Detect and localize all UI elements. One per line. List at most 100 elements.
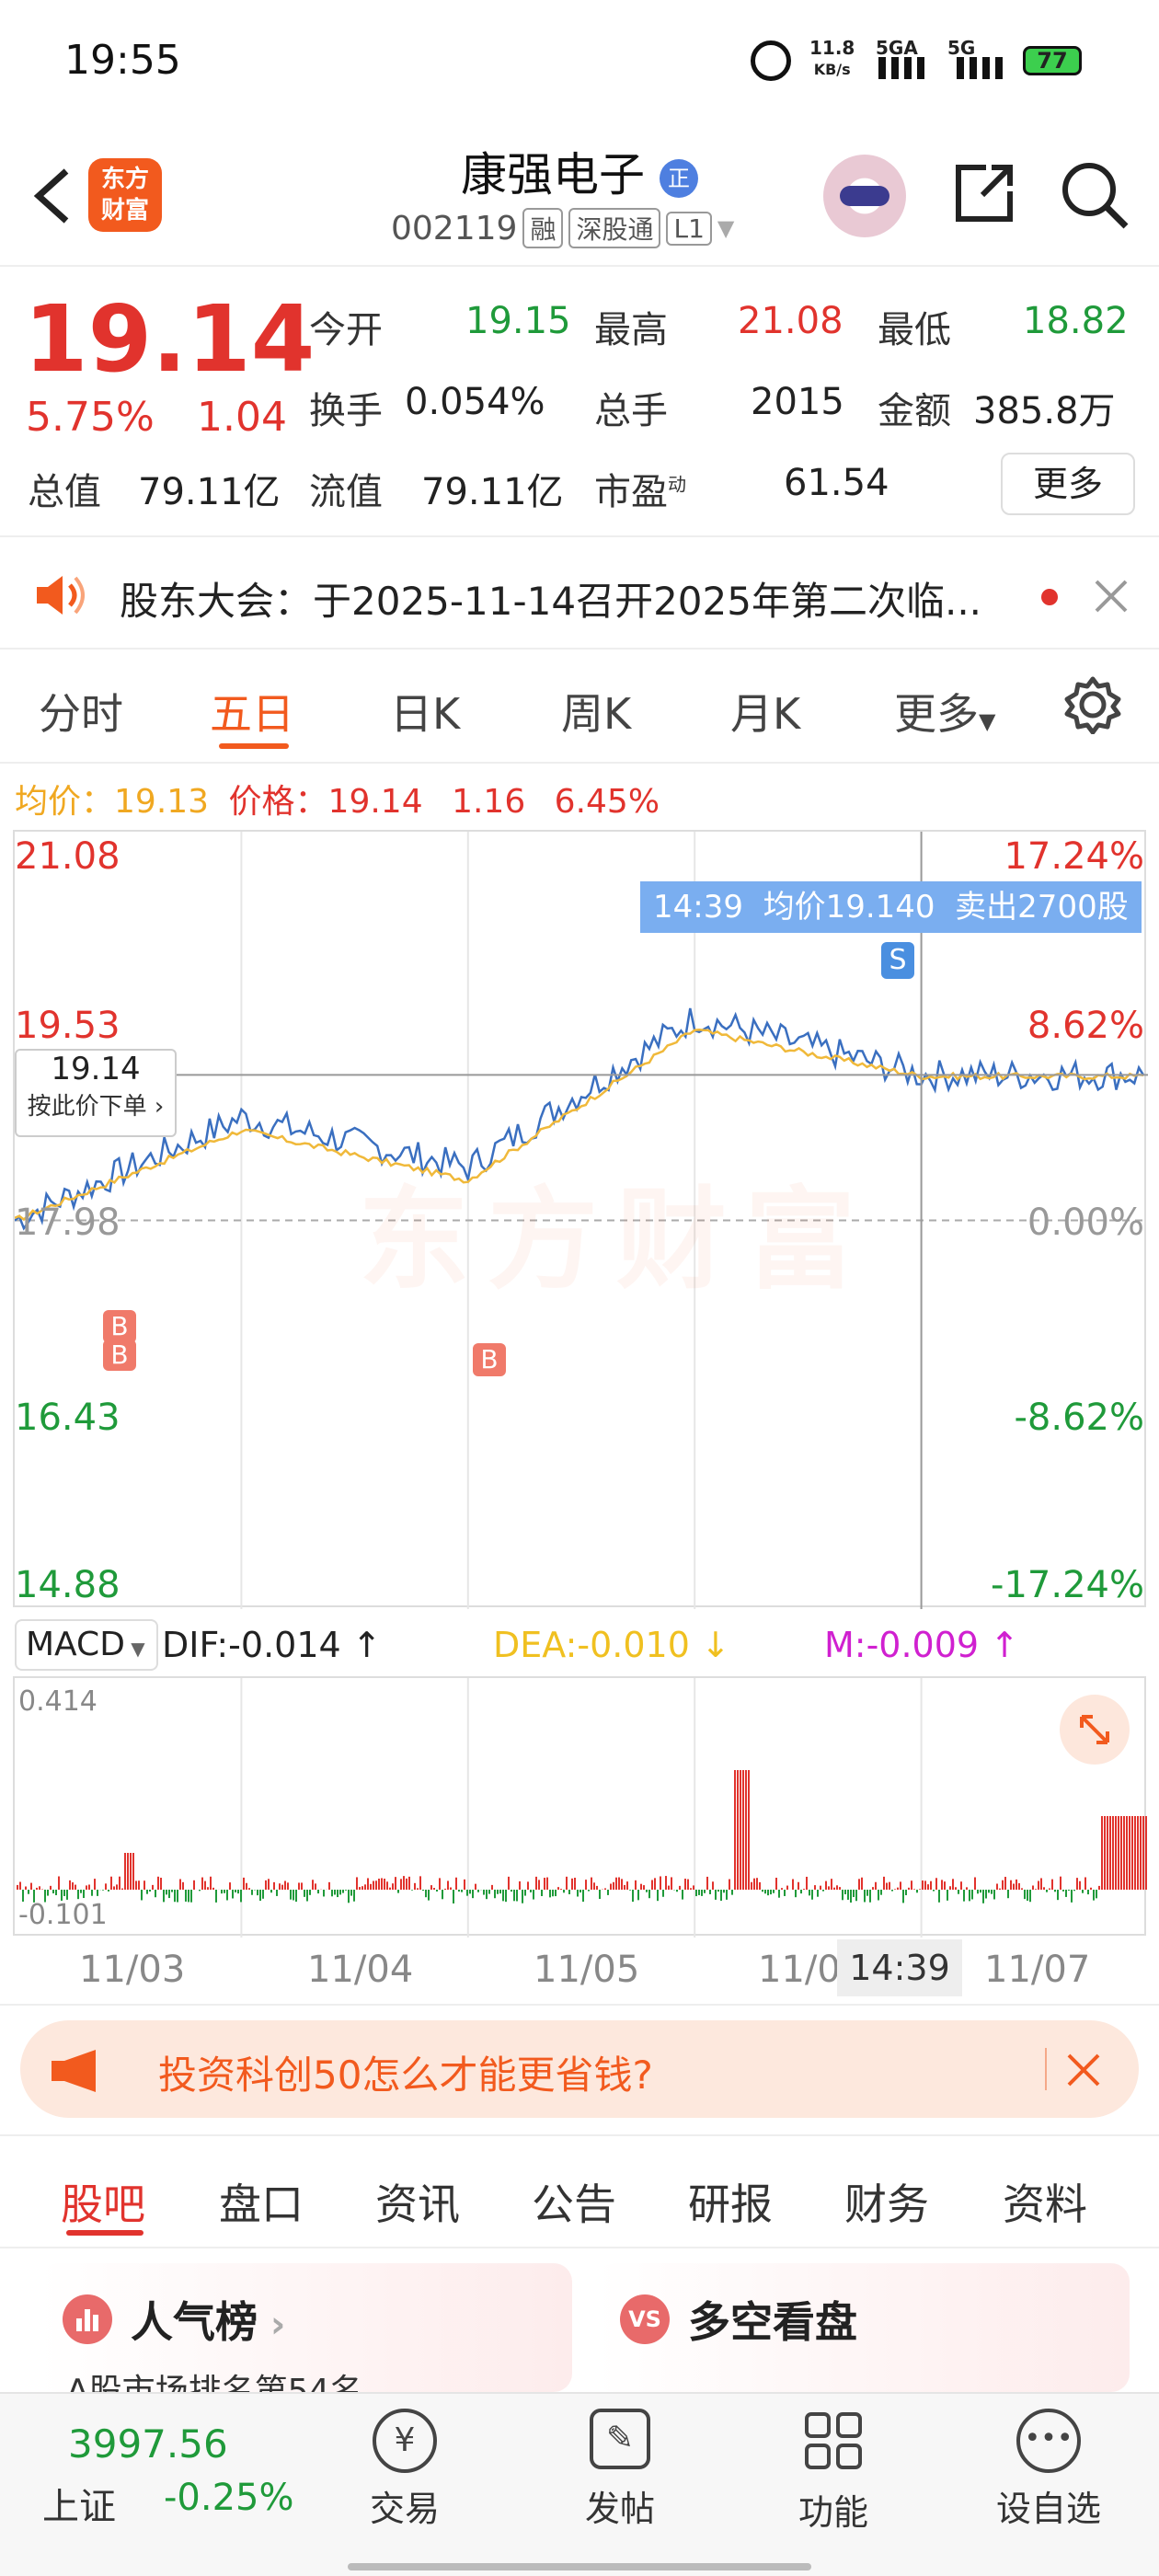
macd-bar — [927, 1884, 929, 1890]
macd-bar — [764, 1890, 766, 1894]
macd-bar — [411, 1890, 413, 1891]
tab-more[interactable]: 更多▼ — [894, 681, 995, 742]
subtab-announcements[interactable]: 公告 — [532, 2171, 616, 2232]
macd-bar — [902, 1890, 904, 1903]
search-icon[interactable] — [1058, 158, 1131, 232]
macd-selector[interactable]: MACD ▼ — [15, 1619, 158, 1671]
macd-bar — [141, 1890, 143, 1901]
ad-banner[interactable]: 投资科创50怎么才能更省钱? — [20, 2020, 1139, 2118]
subtab-news[interactable]: 资讯 — [375, 2171, 460, 2232]
macd-bar — [315, 1883, 316, 1890]
buy-marker[interactable]: B — [103, 1340, 136, 1371]
macd-bar — [654, 1878, 656, 1890]
buy-marker[interactable]: B — [103, 1310, 136, 1343]
nav-post[interactable]: ✎ 发帖 — [546, 2409, 694, 2531]
high-value: 21.08 — [738, 300, 843, 342]
macd-bar — [268, 1879, 270, 1890]
macd-bar — [1131, 1816, 1133, 1890]
macd-bar — [1071, 1890, 1073, 1903]
macd-bar — [342, 1890, 344, 1893]
macd-bar — [52, 1890, 54, 1894]
tab-daily-k[interactable]: 日K — [390, 681, 460, 742]
tab-five-day[interactable]: 五日 — [210, 681, 294, 742]
subtab-orderbook[interactable]: 盘口 — [219, 2171, 304, 2232]
macd-bar — [367, 1878, 369, 1890]
expand-icon[interactable] — [1060, 1695, 1130, 1765]
macd-bar — [684, 1879, 686, 1890]
subtab-forum[interactable]: 股吧 — [61, 2171, 145, 2232]
macd-bar — [908, 1887, 910, 1890]
macd-bar — [257, 1890, 258, 1896]
macd-bar — [977, 1890, 979, 1894]
macd-bar — [795, 1890, 797, 1898]
macd-bar — [113, 1886, 115, 1890]
macd-bar — [447, 1880, 449, 1890]
notice-bar[interactable]: 股东大会：于2025-11-14召开2025年第二次临... — [0, 545, 1159, 646]
macd-bar — [152, 1884, 154, 1890]
macd-bar — [800, 1890, 802, 1894]
nav-trade[interactable]: ¥ 交易 — [331, 2409, 478, 2531]
macd-bar — [466, 1890, 468, 1896]
tag-level: L1 — [666, 211, 712, 246]
robot-assistant-icon[interactable] — [823, 155, 906, 237]
open-label: 今开 — [309, 309, 383, 351]
macd-bar — [687, 1879, 689, 1890]
macd-bar — [155, 1890, 156, 1898]
macd-bar — [77, 1890, 79, 1900]
pct-label-lower: -8.62% — [1014, 1397, 1144, 1439]
macd-bar — [731, 1890, 733, 1895]
close-icon[interactable] — [1063, 2050, 1104, 2090]
macd-bar — [395, 1877, 396, 1890]
macd-bar — [273, 1881, 275, 1890]
macd-bar — [458, 1890, 460, 1892]
buy-marker[interactable]: B — [473, 1343, 506, 1376]
divider — [0, 265, 1159, 267]
popularity-card[interactable]: 人气榜 › A股市场排名第54名 — [39, 2263, 572, 2410]
macd-bar — [775, 1878, 777, 1890]
subtab-profile[interactable]: 资料 — [1003, 2171, 1087, 2232]
macd-bar — [276, 1890, 278, 1896]
megaphone-icon — [48, 2048, 112, 2094]
macd-bar — [86, 1885, 87, 1890]
low-value: 18.82 — [1023, 300, 1129, 342]
macd-bar — [97, 1890, 98, 1896]
divider — [1045, 2048, 1047, 2090]
macd-bar — [900, 1881, 901, 1890]
macd-bar — [640, 1883, 642, 1890]
macd-chart[interactable] — [13, 1676, 1147, 1938]
market-cap-value: 79.11亿 — [138, 471, 281, 513]
crosshair-price-box[interactable]: 19.14 按此价下单 › — [15, 1049, 177, 1137]
macd-bar — [982, 1890, 984, 1903]
y-label-mid: 17.98 — [15, 1202, 120, 1244]
macd-bar — [825, 1880, 827, 1890]
macd-bar — [969, 1890, 970, 1902]
tab-intraday[interactable]: 分时 — [39, 681, 123, 742]
macd-bar — [582, 1890, 584, 1903]
bull-bear-card[interactable]: VS 多空看盘 — [596, 2263, 1130, 2392]
macd-bar — [847, 1890, 849, 1900]
macd-bar — [408, 1876, 410, 1890]
subtab-financials[interactable]: 财务 — [844, 2171, 929, 2232]
index-name[interactable]: 上证 — [42, 2477, 116, 2530]
macd-dif: DIF:-0.014 ↑ — [162, 1625, 382, 1665]
macd-bar — [679, 1885, 681, 1890]
macd-bar — [359, 1887, 361, 1890]
nav-functions[interactable]: 功能 — [760, 2409, 907, 2535]
more-button[interactable]: 更多 — [1001, 453, 1135, 515]
stock-code-row[interactable]: 002119 融 深股通 L1 ▼ — [391, 208, 734, 248]
subtab-research[interactable]: 研报 — [688, 2171, 773, 2232]
nav-add-watchlist[interactable]: ••• 设自选 — [975, 2409, 1122, 2531]
macd-bar — [17, 1884, 18, 1890]
index-value[interactable]: 3997.56 — [68, 2421, 228, 2467]
gear-icon[interactable] — [1063, 675, 1122, 735]
macd-bar — [922, 1880, 924, 1890]
macd-bar — [28, 1890, 29, 1894]
close-icon[interactable] — [1091, 576, 1131, 616]
tab-weekly-k[interactable]: 周K — [561, 681, 631, 742]
macd-bar — [717, 1890, 719, 1892]
y-label-lower: 16.43 — [15, 1397, 120, 1439]
tab-monthly-k[interactable]: 月K — [730, 681, 800, 742]
index-pct[interactable]: -0.25% — [164, 2477, 294, 2519]
share-icon[interactable] — [949, 158, 1019, 228]
sell-marker[interactable]: S — [881, 942, 914, 979]
